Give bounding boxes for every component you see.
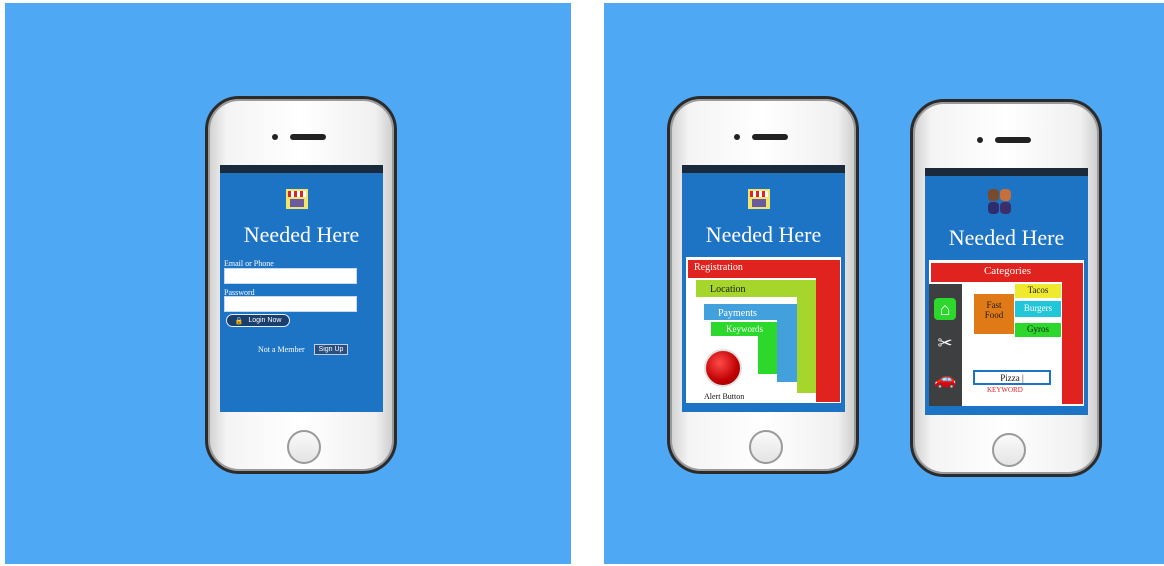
payments-label: Payments	[718, 308, 757, 319]
earpiece-speaker	[995, 137, 1031, 143]
not-member-text: Not a Member	[258, 345, 305, 354]
home-button[interactable]	[992, 433, 1026, 467]
keyword-search-input[interactable]: Pizza |	[973, 370, 1051, 385]
location-label: Location	[710, 284, 746, 295]
password-field[interactable]	[224, 296, 357, 312]
phone-menu: Needed Here Registration Location Paymen…	[667, 96, 859, 474]
people-icon	[988, 189, 1012, 215]
login-button-label: Login Now	[248, 317, 282, 324]
scissors-icon[interactable]: ✂	[934, 332, 956, 354]
alert-button-label: Alert Button	[704, 392, 745, 401]
app-title: Needed Here	[705, 222, 822, 247]
front-camera	[734, 134, 740, 140]
menu-area: Registration Location Payments Keywords …	[685, 256, 842, 404]
earpiece-speaker	[290, 134, 326, 140]
status-bar	[220, 165, 383, 173]
status-bar	[925, 168, 1088, 176]
status-bar	[682, 165, 845, 173]
menu-screen: Needed Here Registration Location Paymen…	[682, 165, 845, 412]
left-panel: Needed Here Email or Phone Password 🔒 Lo…	[5, 3, 571, 564]
app-title: Needed Here	[948, 225, 1065, 250]
signup-button[interactable]: Sign Up	[314, 344, 348, 355]
category-icon-strip: ⌂ ✂ 🚗	[929, 284, 962, 406]
alert-button[interactable]	[704, 349, 742, 387]
login-button[interactable]: 🔒 Login Now	[226, 314, 290, 327]
home-button[interactable]	[749, 430, 783, 464]
gyros-label: Gyros	[1027, 324, 1049, 334]
app-title: Needed Here	[243, 222, 360, 247]
fast-food-label: Fast Food	[984, 300, 1004, 320]
keywords-label: Keywords	[726, 324, 763, 334]
categories-area: Categories ⌂ ✂ 🚗 Fast Food Tacos Burgers…	[928, 259, 1085, 407]
email-field[interactable]	[224, 268, 357, 284]
storefront-icon	[748, 189, 770, 209]
lock-icon: 🔒	[234, 317, 244, 325]
burgers-label: Burgers	[1023, 303, 1053, 313]
email-label: Email or Phone	[224, 259, 274, 268]
earpiece-speaker	[752, 134, 788, 140]
home-button[interactable]	[287, 430, 321, 464]
categories-screen: Needed Here Categories ⌂ ✂ 🚗 Fast Food T…	[925, 168, 1088, 415]
tacos-label: Tacos	[1027, 285, 1049, 295]
categories-label: Categories	[983, 265, 1032, 277]
registration-label: Registration	[694, 262, 743, 273]
front-camera	[272, 134, 278, 140]
login-screen: Needed Here Email or Phone Password 🔒 Lo…	[220, 165, 383, 412]
right-panel: Needed Here Registration Location Paymen…	[604, 3, 1164, 564]
front-camera	[977, 137, 983, 143]
home-icon[interactable]: ⌂	[934, 298, 956, 320]
car-icon[interactable]: 🚗	[934, 368, 956, 390]
storefront-icon	[286, 189, 308, 209]
phone-categories: Needed Here Categories ⌂ ✂ 🚗 Fast Food T…	[910, 99, 1102, 477]
phone-login: Needed Here Email or Phone Password 🔒 Lo…	[205, 96, 397, 474]
keyword-label: KEYWORD	[987, 386, 1023, 394]
